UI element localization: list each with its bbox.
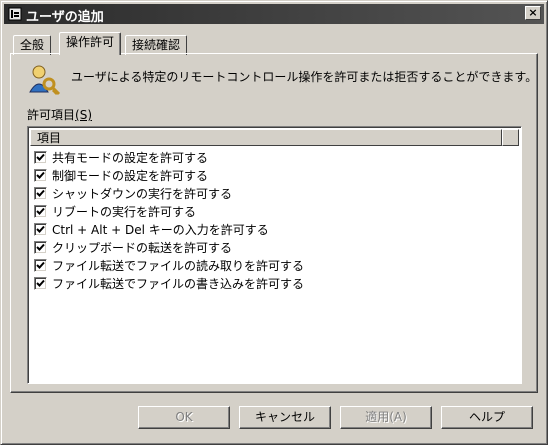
help-button[interactable]: ヘルプ xyxy=(441,406,533,429)
permission-label: ファイル転送でファイルの読み取りを許可する xyxy=(52,259,305,273)
column-header-label: 項目 xyxy=(37,131,62,145)
permission-label: ファイル転送でファイルの書き込みを許可する xyxy=(52,277,305,291)
permission-checkbox[interactable] xyxy=(34,277,47,290)
tab-label: 操作許可 xyxy=(66,35,115,49)
permission-row[interactable]: シャットダウンの実行を許可する xyxy=(32,185,512,203)
column-header-item[interactable]: 項目 xyxy=(30,129,502,146)
checkmark-icon xyxy=(36,189,45,197)
permission-checkbox[interactable] xyxy=(34,223,47,236)
add-user-dialog: ユーザの追加 × 全般 操作許可 接続確認 ユーザによる特定のリモートコントロー… xyxy=(0,0,548,445)
tab-label: 全般 xyxy=(20,38,45,52)
permission-checkbox[interactable] xyxy=(34,187,47,200)
tab-general[interactable]: 全般 xyxy=(13,35,52,55)
ok-button[interactable]: OK xyxy=(138,406,230,429)
permission-row[interactable]: 制御モードの設定を許可する xyxy=(32,167,512,185)
apply-button[interactable]: 適用(A) xyxy=(340,406,432,429)
permission-checkbox[interactable] xyxy=(34,241,47,254)
permission-row[interactable]: Ctrl + Alt + Del キーの入力を許可する xyxy=(32,221,512,239)
permission-label: 共有モードの設定を許可する xyxy=(52,151,209,165)
tab-operation-permission[interactable]: 操作許可 xyxy=(59,32,122,55)
permission-row[interactable]: ファイル転送でファイルの書き込みを許可する xyxy=(32,275,512,293)
permission-checkbox[interactable] xyxy=(34,259,47,272)
permission-checkbox[interactable] xyxy=(34,169,47,182)
column-header-filler xyxy=(502,129,519,146)
description-text: ユーザによる特定のリモートコントロール操作を許可または拒否することができます。 xyxy=(71,70,538,84)
checkmark-icon xyxy=(36,171,45,179)
checkmark-icon xyxy=(36,243,45,251)
permission-label-accelerator: (S) xyxy=(75,108,92,122)
permission-row[interactable]: 共有モードの設定を許可する xyxy=(32,149,512,167)
tab-connection-check[interactable]: 接続確認 xyxy=(125,35,188,55)
checkmark-icon xyxy=(36,279,45,287)
dialog-app-icon xyxy=(7,6,23,22)
permission-label: リブートの実行を許可する xyxy=(52,205,197,219)
checkmark-icon xyxy=(36,153,45,161)
permission-row[interactable]: ファイル転送でファイルの読み取りを許可する xyxy=(32,257,512,275)
permission-label-text: 許可項目 xyxy=(27,108,76,122)
permission-checkbox[interactable] xyxy=(34,151,47,164)
permission-label: Ctrl + Alt + Del キーの入力を許可する xyxy=(52,223,269,237)
close-icon: × xyxy=(528,6,538,19)
user-key-icon xyxy=(27,64,61,98)
permission-row[interactable]: リブートの実行を許可する xyxy=(32,203,512,221)
window-title: ユーザの追加 xyxy=(26,10,104,25)
checkmark-icon xyxy=(36,225,45,233)
permission-label: 制御モードの設定を許可する xyxy=(52,169,209,183)
tab-label: 接続確認 xyxy=(132,38,181,52)
checkmark-icon xyxy=(36,261,45,269)
cancel-button[interactable]: キャンセル xyxy=(239,406,331,429)
permission-row[interactable]: クリップボードの転送を許可する xyxy=(32,239,512,257)
close-button[interactable]: × xyxy=(525,6,541,20)
permission-label: シャットダウンの実行を許可する xyxy=(52,187,233,201)
checkmark-icon xyxy=(36,207,45,215)
permission-label: クリップボードの転送を許可する xyxy=(52,241,233,255)
permission-list-label: 許可項目(S) xyxy=(27,106,92,123)
permission-checkbox[interactable] xyxy=(34,205,47,218)
title-bar[interactable]: ユーザの追加 × xyxy=(4,4,544,25)
permission-tab-panel: ユーザによる特定のリモートコントロール操作を許可または拒否することができます。 … xyxy=(10,53,538,393)
permission-list[interactable]: 項目 共有モードの設定を許可する 制御モードの設定を許可する シャットダウンの実… xyxy=(27,126,522,384)
